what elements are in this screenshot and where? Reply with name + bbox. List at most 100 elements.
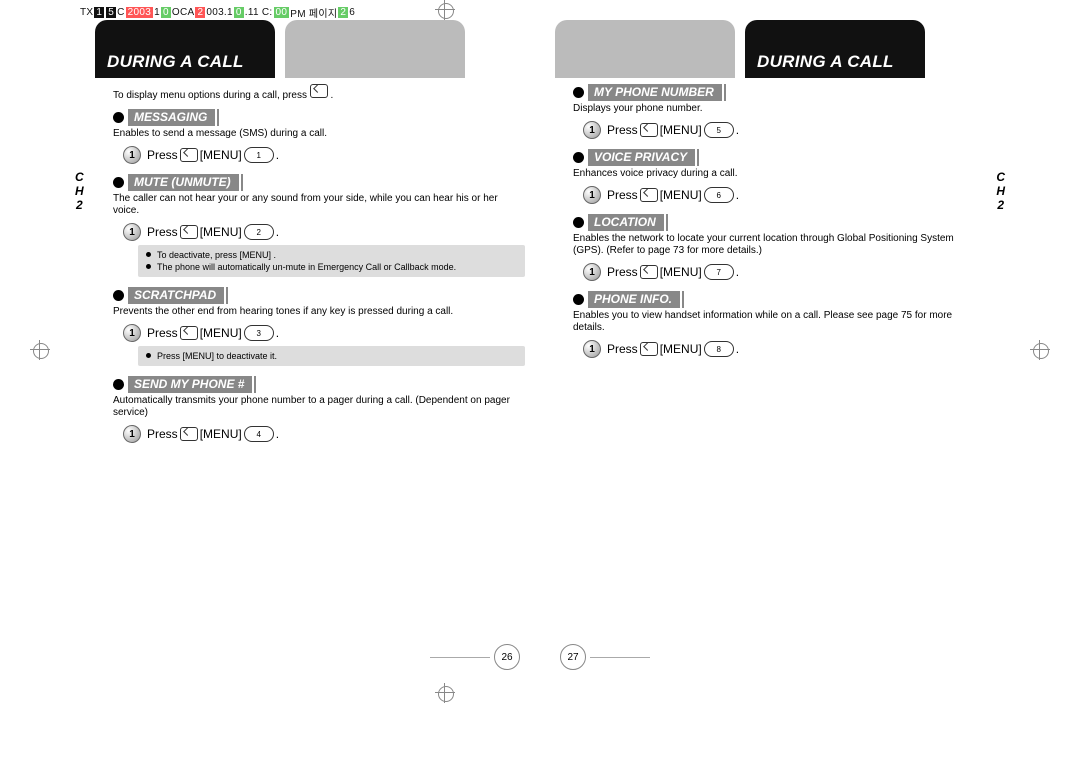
section-desc: Enables you to view handset information … bbox=[573, 310, 985, 334]
menu-label: [MENU] bbox=[660, 265, 702, 279]
press-label: Press bbox=[147, 326, 178, 340]
section-desc: Prevents the other end from hearing tone… bbox=[113, 306, 525, 318]
section-my-phone-number: MY PHONE NUMBER Displays your phone numb… bbox=[573, 84, 985, 139]
section-title: PHONE INFO. bbox=[588, 291, 683, 308]
step-number: 1 bbox=[583, 121, 601, 139]
section-title: SEND MY PHONE # bbox=[128, 376, 255, 393]
note-box: To deactivate, press [MENU] . The phone … bbox=[138, 245, 525, 277]
softkey-icon bbox=[180, 148, 198, 162]
header-tabs: DURING A CALL bbox=[555, 20, 985, 78]
numkey-icon: 3 bbox=[244, 325, 274, 341]
intro-text: To display menu options during a call, p… bbox=[113, 84, 525, 101]
step-number: 1 bbox=[123, 425, 141, 443]
header-tab-active: DURING A CALL bbox=[745, 20, 925, 78]
section-title: MY PHONE NUMBER bbox=[588, 84, 725, 101]
section-mute: MUTE (UNMUTE) The caller can not hear yo… bbox=[113, 174, 525, 277]
press-label: Press bbox=[607, 342, 638, 356]
header-tab-inactive bbox=[285, 20, 465, 78]
menu-label: [MENU] bbox=[200, 326, 242, 340]
softkey-icon bbox=[640, 342, 658, 356]
bullet-icon bbox=[573, 217, 584, 228]
section-title: LOCATION bbox=[588, 214, 667, 231]
section-title: MUTE (UNMUTE) bbox=[128, 174, 242, 191]
menu-label: [MENU] bbox=[200, 427, 242, 441]
step-number: 1 bbox=[123, 324, 141, 342]
note-bullet-icon bbox=[146, 252, 151, 257]
softkey-icon bbox=[180, 326, 198, 340]
bullet-icon bbox=[113, 112, 124, 123]
numkey-icon: 6 bbox=[704, 187, 734, 203]
section-phone-info: PHONE INFO. Enables you to view handset … bbox=[573, 291, 985, 358]
note-bullet-icon bbox=[146, 264, 151, 269]
section-send-my-phone: SEND MY PHONE # Automatically transmits … bbox=[113, 376, 525, 443]
section-title: VOICE PRIVACY bbox=[588, 149, 698, 166]
section-scratchpad: SCRATCHPAD Prevents the other end from h… bbox=[113, 287, 525, 366]
numkey-icon: 1 bbox=[244, 147, 274, 163]
step-row: 1 Press [MENU] 5 . bbox=[583, 121, 985, 139]
bullet-icon bbox=[113, 290, 124, 301]
bullet-icon bbox=[573, 294, 584, 305]
note-text: Press [MENU] to deactivate it. bbox=[157, 350, 277, 362]
header-tabs: DURING A CALL bbox=[95, 20, 525, 78]
bullet-icon bbox=[113, 177, 124, 188]
note-bullet-icon bbox=[146, 353, 151, 358]
step-row: 1 Press [MENU] 7 . bbox=[583, 263, 985, 281]
crop-mark-icon bbox=[30, 340, 50, 360]
section-title: SCRATCHPAD bbox=[128, 287, 227, 304]
menu-label: [MENU] bbox=[200, 148, 242, 162]
step-row: 1 Press [MENU] 8 . bbox=[583, 340, 985, 358]
menu-label: [MENU] bbox=[660, 188, 702, 202]
bullet-icon bbox=[113, 379, 124, 390]
softkey-icon bbox=[180, 427, 198, 441]
page-spread: DURING A CALL C H 2 To display menu opti… bbox=[80, 10, 1000, 670]
softkey-icon bbox=[640, 265, 658, 279]
note-box: Press [MENU] to deactivate it. bbox=[138, 346, 525, 366]
section-location: LOCATION Enables the network to locate y… bbox=[573, 214, 985, 281]
page-number: 27 bbox=[560, 644, 586, 670]
numkey-icon: 8 bbox=[704, 341, 734, 357]
section-title: MESSAGING bbox=[128, 109, 218, 126]
numkey-icon: 5 bbox=[704, 122, 734, 138]
bullet-icon bbox=[573, 87, 584, 98]
section-desc: Enables the network to locate your curre… bbox=[573, 233, 985, 257]
menu-label: [MENU] bbox=[200, 225, 242, 239]
numkey-icon: 7 bbox=[704, 264, 734, 280]
softkey-icon bbox=[180, 225, 198, 239]
section-desc: Enables to send a message (SMS) during a… bbox=[113, 128, 525, 140]
note-text: The phone will automatically un-mute in … bbox=[157, 261, 456, 273]
crop-mark-icon bbox=[435, 683, 455, 703]
step-number: 1 bbox=[583, 186, 601, 204]
chapter-label: C H 2 bbox=[996, 170, 1005, 212]
bullet-icon bbox=[573, 152, 584, 163]
press-label: Press bbox=[607, 123, 638, 137]
section-desc: Enhances voice privacy during a call. bbox=[573, 168, 985, 180]
step-number: 1 bbox=[123, 223, 141, 241]
step-row: 1 Press [MENU] 3 . bbox=[123, 324, 525, 342]
step-row: 1 Press [MENU] 4 . bbox=[123, 425, 525, 443]
page-left: DURING A CALL C H 2 To display menu opti… bbox=[80, 10, 540, 670]
step-row: 1 Press [MENU] 6 . bbox=[583, 186, 985, 204]
header-tab-active: DURING A CALL bbox=[95, 20, 275, 78]
softkey-icon bbox=[640, 188, 658, 202]
section-desc: Displays your phone number. bbox=[573, 103, 985, 115]
page-title: DURING A CALL bbox=[107, 52, 244, 72]
step-number: 1 bbox=[583, 263, 601, 281]
softkey-icon bbox=[640, 123, 658, 137]
step-row: 1 Press [MENU] 2 . bbox=[123, 223, 525, 241]
press-label: Press bbox=[147, 427, 178, 441]
numkey-icon: 2 bbox=[244, 224, 274, 240]
header-tab-inactive bbox=[555, 20, 735, 78]
softkey-icon bbox=[310, 84, 328, 98]
page-right: DURING A CALL C H 2 MY PHONE NUMBER Disp… bbox=[540, 10, 1000, 670]
section-desc: Automatically transmits your phone numbe… bbox=[113, 395, 525, 419]
manual-spread: TX15C200310OCA 2003.10.11 C:00 PM 페이지 26… bbox=[0, 0, 1080, 763]
press-label: Press bbox=[607, 188, 638, 202]
section-desc: The caller can not hear your or any soun… bbox=[113, 193, 525, 217]
step-number: 1 bbox=[123, 146, 141, 164]
menu-label: [MENU] bbox=[660, 342, 702, 356]
section-messaging: MESSAGING Enables to send a message (SMS… bbox=[113, 109, 525, 164]
press-label: Press bbox=[607, 265, 638, 279]
step-number: 1 bbox=[583, 340, 601, 358]
note-text: To deactivate, press [MENU] . bbox=[157, 249, 276, 261]
page-number: 26 bbox=[494, 644, 520, 670]
